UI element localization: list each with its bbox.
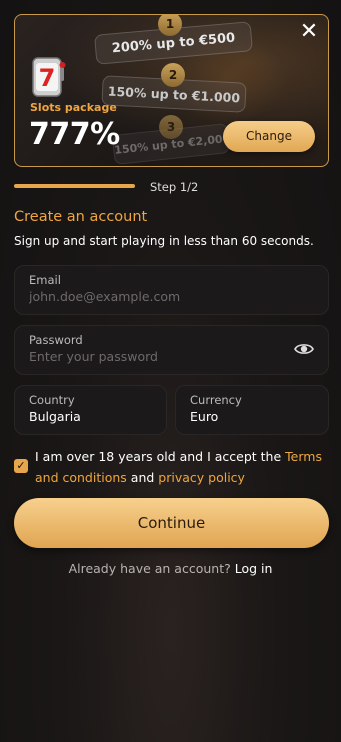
continue-button[interactable]: Continue	[14, 498, 329, 548]
change-package-button[interactable]: Change	[223, 121, 315, 152]
step-indicator: Step 1/2	[150, 180, 199, 194]
terms-text-part-2: and	[130, 470, 155, 485]
password-label: Password	[29, 333, 83, 347]
progress-bar	[14, 184, 135, 188]
terms-text-part-1: I am over 18 years old and I accept the	[35, 449, 282, 464]
country-select[interactable]: Country Bulgaria	[14, 385, 167, 435]
currency-select[interactable]: Currency Euro	[175, 385, 329, 435]
package-value: 777%	[29, 117, 120, 152]
terms-checkbox[interactable]: ✓	[14, 459, 28, 473]
offer-step-3-badge: 3	[159, 115, 183, 139]
country-label: Country	[29, 393, 75, 407]
eye-icon[interactable]	[294, 342, 314, 356]
password-input[interactable]	[29, 349, 259, 364]
close-icon[interactable]: ✕	[298, 21, 320, 43]
email-field[interactable]: Email	[14, 265, 329, 315]
slot-machine-icon: 7	[32, 57, 66, 97]
login-row: Already have an account? Log in	[0, 561, 341, 576]
currency-label: Currency	[190, 393, 242, 407]
form-title: Create an account	[14, 209, 148, 225]
package-label: Slots package	[30, 101, 117, 114]
password-field[interactable]: Password	[14, 325, 329, 375]
offer-step-2-badge: 2	[161, 63, 185, 87]
currency-value: Euro	[190, 409, 219, 424]
email-label: Email	[29, 273, 61, 287]
email-input[interactable]	[29, 289, 259, 304]
login-prompt: Already have an account?	[68, 561, 231, 576]
login-link[interactable]: Log in	[235, 561, 273, 576]
bonus-banner: ✕ 7 200% up to €500 150% up to €1.000 15…	[14, 14, 329, 167]
form-subtitle: Sign up and start playing in less than 6…	[14, 234, 314, 248]
country-value: Bulgaria	[29, 409, 81, 424]
terms-text: I am over 18 years old and I accept the …	[35, 446, 325, 488]
privacy-link[interactable]: privacy policy	[158, 470, 245, 485]
svg-text:7: 7	[39, 64, 56, 92]
